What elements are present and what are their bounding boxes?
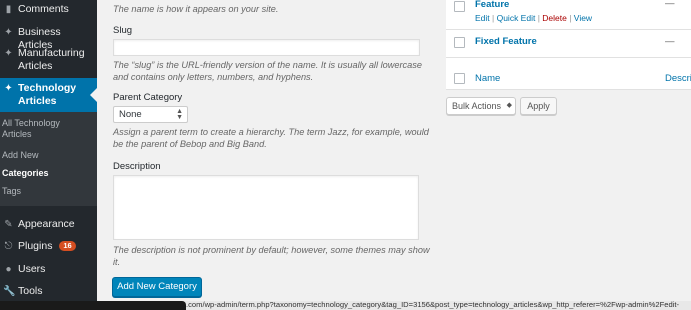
submenu-tags[interactable]: Tags: [2, 186, 21, 197]
menu-comments-label: Comments: [18, 3, 69, 15]
slug-label: Slug: [113, 25, 133, 36]
term-description-cell: —: [665, 36, 675, 47]
submenu-add-new[interactable]: Add New: [2, 150, 39, 161]
wrench-icon: 🔧: [3, 286, 16, 297]
menu-technology-label-line1: Technology: [18, 82, 77, 94]
active-menu-arrow: [90, 88, 97, 102]
menu-plugins[interactable]: ⎋ Plugins 16: [0, 240, 97, 253]
menu-technology-label-line2: Articles: [18, 95, 57, 107]
slug-help-line2: and contains only letters, numbers, and …: [113, 72, 314, 82]
parent-category-selected: None: [119, 109, 142, 120]
submenu-all-label-line1: All Technology: [2, 118, 60, 128]
plugins-update-badge: 16: [59, 241, 76, 251]
bulk-actions-selected: Bulk Actions: [452, 101, 502, 111]
comment-icon: ▮: [5, 4, 12, 15]
description-textarea[interactable]: [113, 175, 419, 240]
pin-icon: ✦: [4, 48, 13, 59]
slug-input[interactable]: [113, 39, 420, 56]
submenu-all-technology-articles[interactable]: All Technology Articles: [2, 118, 60, 140]
select-all-checkbox[interactable]: [454, 73, 465, 84]
slug-help-text: The “slug” is the URL-friendly version o…: [113, 59, 422, 83]
menu-users[interactable]: ● Users: [0, 263, 97, 276]
technology-submenu: All Technology Articles Add New Categori…: [0, 112, 97, 206]
description-column-header[interactable]: Descri: [665, 73, 691, 84]
description-help-text: The description is not prominent by defa…: [113, 244, 430, 268]
status-bar-url: .com/wp-admin/term.php?taxonomy=technolo…: [186, 300, 680, 309]
quick-edit-link[interactable]: Quick Edit: [497, 13, 536, 23]
menu-technology-articles[interactable]: ✦ Technology Articles: [0, 78, 97, 112]
description-help-line2: it.: [113, 257, 121, 267]
menu-appearance-label: Appearance: [18, 218, 75, 230]
row-checkbox[interactable]: [454, 1, 465, 12]
name-help-text: The name is how it appears on your site.: [113, 4, 279, 14]
paintbrush-icon: ✎: [4, 219, 13, 230]
parent-help-line1: Assign a parent term to create a hierarc…: [113, 127, 429, 137]
browser-status-bar: .com/wp-admin/term.php?taxonomy=technolo…: [0, 300, 691, 310]
admin-sidebar: ▮ Comments ✦ Business Articles ✦ Manufac…: [0, 0, 97, 310]
description-label: Description: [113, 161, 161, 172]
parent-help-text: Assign a parent term to create a hierarc…: [113, 126, 429, 150]
edit-link[interactable]: Edit: [475, 13, 490, 23]
add-new-category-button[interactable]: Add New Category: [112, 277, 202, 297]
delete-link[interactable]: Delete: [542, 13, 567, 23]
table-row: Feature Edit | Quick Edit | Delete | Vie…: [446, 0, 691, 30]
plug-icon: ⎋: [4, 241, 13, 252]
name-column-header[interactable]: Name: [475, 73, 500, 84]
parent-category-label: Parent Category: [113, 92, 183, 103]
parent-help-line2: be the parent of Bebop and Big Band.: [113, 139, 267, 149]
row-actions: Edit | Quick Edit | Delete | View: [475, 13, 593, 23]
status-bar-redacted: [0, 301, 186, 310]
menu-manufacturing-label-line1: Manufacturing: [18, 47, 85, 59]
menu-tools-label: Tools: [18, 285, 43, 297]
menu-manufacturing-articles[interactable]: ✦ Manufacturing Articles: [0, 47, 97, 73]
row-checkbox[interactable]: [454, 37, 465, 48]
pin-icon: ✦: [4, 27, 13, 38]
submenu-categories[interactable]: Categories: [2, 168, 49, 179]
menu-plugins-label: Plugins: [18, 240, 53, 252]
view-link[interactable]: View: [574, 13, 592, 23]
description-help-line1: The description is not prominent by defa…: [113, 245, 430, 255]
bulk-actions-select[interactable]: Bulk Actions ◆: [446, 97, 516, 115]
menu-tools[interactable]: 🔧 Tools: [0, 285, 97, 298]
term-title-link[interactable]: Fixed Feature: [475, 36, 537, 47]
term-description-cell: —: [665, 0, 675, 9]
user-icon: ●: [5, 264, 12, 275]
parent-category-select[interactable]: None ▲ ▼: [113, 106, 188, 123]
menu-comments[interactable]: ▮ Comments: [0, 3, 97, 16]
table-footer-row: Name Descri: [446, 58, 691, 90]
select-caret-icon: ▲ ▼: [176, 108, 183, 121]
table-row: Fixed Feature —: [446, 30, 691, 58]
submenu-all-label-line2: Articles: [2, 129, 32, 139]
slug-help-line1: The “slug” is the URL-friendly version o…: [113, 60, 422, 70]
apply-button[interactable]: Apply: [520, 97, 557, 115]
menu-manufacturing-label-line2: Articles: [18, 60, 53, 72]
select-caret-icon: ◆: [506, 102, 512, 109]
menu-users-label: Users: [18, 263, 46, 275]
menu-appearance[interactable]: ✎ Appearance: [0, 218, 97, 231]
term-title-link[interactable]: Feature: [475, 0, 509, 10]
pin-icon: ✦: [4, 83, 13, 94]
